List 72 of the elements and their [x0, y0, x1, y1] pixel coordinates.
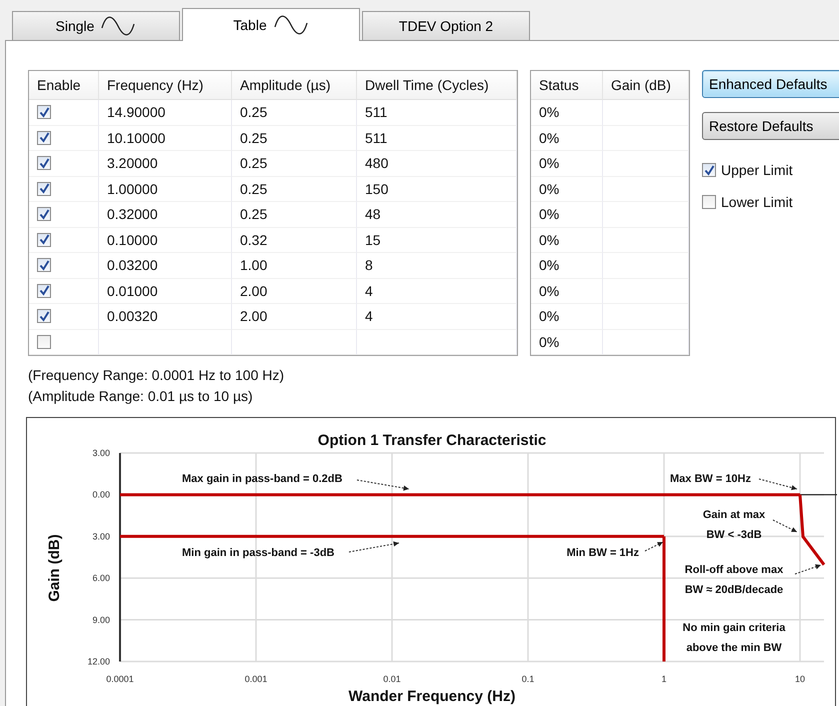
table-cell: 3.20000	[107, 155, 158, 172]
table-cell: 48	[365, 206, 381, 222]
table-cell: 0.25	[240, 206, 268, 222]
annotation-text: BW < -3dB	[706, 529, 762, 541]
table-cell: 0.00320	[107, 308, 158, 324]
table-cell: 1.00000	[107, 180, 158, 197]
table-cell: 0%	[539, 282, 560, 299]
table-cell: 4	[365, 282, 373, 299]
table-cell: 480	[365, 155, 388, 172]
table-cell: 2.00	[240, 308, 268, 324]
table-cell: 0%	[539, 334, 560, 350]
table-cell: 10.10000	[107, 130, 166, 146]
x-tick-label: 0.001	[244, 674, 268, 684]
y-tick-label: 12.00	[87, 656, 110, 666]
column-header: Enable	[29, 71, 99, 100]
column-header: Amplitude (µs)	[232, 71, 357, 100]
annotation-text: Gain at max	[702, 509, 766, 521]
y-tick-label: 3.00	[92, 448, 110, 458]
table-cell: 0.01000	[107, 282, 158, 299]
table-cell: 0%	[539, 130, 560, 146]
range-note: (Frequency Range: 0.0001 Hz to 100 Hz)	[28, 366, 286, 385]
column-header: Dwell Time (Cycles)	[357, 71, 517, 100]
annotation-text: above the min BW	[686, 642, 782, 654]
annotation-text: Max BW = 10Hz	[670, 473, 751, 485]
column-header: Status	[531, 71, 603, 100]
x-tick-label: 0.01	[383, 674, 401, 684]
annotation-text: Min BW = 1Hz	[566, 547, 639, 559]
table-cell: 0%	[539, 104, 560, 120]
y-tick-label: 0.00	[92, 490, 110, 500]
y-axis-title: Gain (dB)	[46, 534, 63, 602]
table-cell: 0%	[539, 257, 560, 274]
annotation-text: No min gain criteria	[682, 622, 786, 634]
y-tick-label: 3.00	[92, 531, 110, 542]
y-tick-label: 9.00	[92, 614, 110, 625]
chart-title: Option 1 Transfer Characteristic	[318, 432, 546, 449]
table-cell: 15	[365, 232, 381, 248]
x-tick-label: 0.1	[522, 674, 534, 684]
table-cell: 0.25	[240, 180, 268, 197]
table-cell: 0.25	[240, 130, 268, 146]
checkbox-label: Lower Limit	[721, 194, 793, 210]
table-cell: 0.25	[240, 104, 268, 120]
table-cell: 511	[365, 104, 388, 120]
table-cell: 8	[365, 257, 373, 274]
table-cell: 0%	[539, 155, 560, 172]
table-cell: 0.32000	[107, 206, 158, 222]
x-tick-label: 0.0001	[106, 674, 134, 684]
table-cell: 2.00	[240, 282, 268, 299]
annotation-text: Min gain in pass-band = -3dB	[182, 547, 334, 559]
annotation-text: BW ≈ 20dB/decade	[684, 584, 784, 596]
table-cell: 1.00	[240, 257, 268, 274]
range-note: (Amplitude Range: 0.01 µs to 10 µs)	[28, 387, 254, 406]
y-tick-label: 6.00	[92, 573, 110, 584]
table-cell: 0%	[539, 308, 560, 324]
table-cell: 14.90000	[107, 104, 166, 120]
column-header: Gain (dB)	[603, 71, 689, 100]
table-cell: 150	[365, 180, 388, 197]
table-cell: 0%	[539, 180, 560, 197]
table-cell: 0%	[539, 206, 560, 222]
x-tick-label: 10	[795, 674, 805, 684]
table-cell: 0.03200	[107, 257, 158, 274]
annotation-text: Roll-off above max	[684, 564, 784, 576]
annotation-text: Max gain in pass-band = 0.2dB	[182, 473, 342, 485]
table-cell: 4	[365, 308, 373, 324]
x-tick-label: 1	[662, 674, 666, 684]
table-cell: 0.25	[240, 155, 268, 172]
x-axis-title: Wander Frequency (Hz)	[348, 688, 516, 705]
table-cell: 0.32	[240, 232, 268, 248]
checkbox-label: Upper Limit	[721, 162, 793, 178]
table-cell: 0.10000	[107, 232, 158, 248]
table-cell: 0%	[539, 232, 560, 248]
column-header: Frequency (Hz)	[99, 71, 232, 100]
table-cell: 511	[365, 130, 388, 146]
